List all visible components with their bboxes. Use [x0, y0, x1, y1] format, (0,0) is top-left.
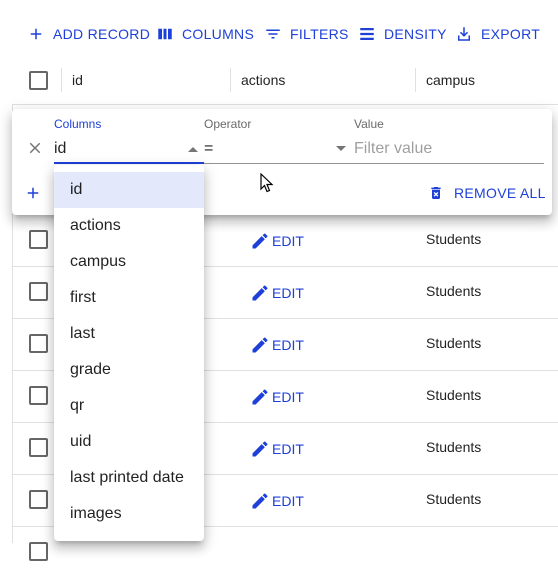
value-input[interactable]: Filter value [354, 140, 432, 158]
edit-label: EDIT [272, 389, 304, 405]
row-checkbox[interactable] [29, 542, 48, 561]
plus-icon [30, 28, 42, 40]
remove-all-button[interactable]: REMOVE ALL [428, 184, 546, 202]
close-icon[interactable] [26, 139, 44, 157]
pencil-icon [252, 233, 268, 249]
edit-button[interactable]: EDIT [250, 439, 304, 459]
add-record-button[interactable]: ADD RECORD [27, 22, 150, 46]
edit-label: EDIT [272, 493, 304, 509]
filters-label: FILTERS [290, 26, 349, 42]
row-checkbox[interactable] [29, 282, 48, 301]
edit-button[interactable]: EDIT [250, 387, 304, 407]
campus-cell: Students [426, 387, 482, 403]
edit-label: EDIT [272, 441, 304, 457]
columns-select[interactable]: id [54, 140, 66, 158]
edit-button[interactable]: EDIT [250, 335, 304, 355]
density-label: DENSITY [384, 26, 447, 42]
edit-label: EDIT [272, 285, 304, 301]
column-header-actions[interactable]: actions [241, 56, 285, 104]
column-separator[interactable] [415, 68, 416, 92]
dropdown-option-first[interactable]: first [54, 280, 204, 316]
delete-forever-icon [431, 187, 441, 199]
campus-cell: Students [426, 439, 482, 455]
row-checkbox[interactable] [29, 438, 48, 457]
export-label: EXPORT [481, 26, 541, 42]
pencil-icon [252, 337, 268, 353]
dropdown-option-images[interactable]: images [54, 496, 204, 532]
filters-button[interactable]: FILTERS [264, 22, 349, 46]
edit-label: EDIT [272, 337, 304, 353]
dropdown-option-grade[interactable]: grade [54, 352, 204, 388]
campus-cell: Students [426, 231, 482, 247]
dropdown-option-campus[interactable]: campus [54, 244, 204, 280]
dropdown-option-id[interactable]: id [54, 172, 204, 208]
columns-field-label: Columns [54, 117, 102, 131]
operator-field-label: Operator [204, 117, 252, 131]
dropdown-option-actions[interactable]: actions [54, 208, 204, 244]
export-button[interactable]: EXPORT [455, 22, 540, 46]
columns-label: COLUMNS [182, 26, 255, 42]
pencil-icon [252, 441, 268, 457]
value-underline [354, 163, 544, 164]
campus-cell: Students [426, 335, 482, 351]
operator-underline [204, 163, 354, 164]
operator-select[interactable]: = [204, 140, 213, 158]
column-separator[interactable] [230, 68, 231, 92]
value-field-label: Value [354, 117, 384, 131]
dropdown-option-last[interactable]: last [54, 316, 204, 352]
pencil-icon [252, 493, 268, 509]
columns-dropdown-menu: id actions campus first last grade qr ui… [54, 165, 204, 541]
columns-underline [54, 162, 204, 164]
dropdown-option-qr[interactable]: qr [54, 388, 204, 424]
edit-button[interactable]: EDIT [250, 283, 304, 303]
pencil-icon [252, 389, 268, 405]
caret-down-icon [336, 146, 346, 151]
plus-icon [27, 187, 39, 199]
density-button[interactable]: DENSITY [358, 22, 447, 46]
caret-up-icon [188, 147, 198, 152]
view-column-icon [158, 28, 172, 40]
row-checkbox[interactable] [29, 386, 48, 405]
remove-all-label: REMOVE ALL [454, 185, 546, 201]
edit-button[interactable]: EDIT [250, 491, 304, 511]
row-checkbox[interactable] [29, 490, 48, 509]
edit-label: EDIT [272, 233, 304, 249]
row-checkbox[interactable] [29, 230, 48, 249]
density-icon [360, 28, 374, 40]
columns-button[interactable]: COLUMNS [156, 22, 254, 46]
edit-button[interactable]: EDIT [250, 231, 304, 251]
dropdown-option-uid[interactable]: uid [54, 424, 204, 460]
column-separator[interactable] [61, 68, 62, 92]
add-record-label: ADD RECORD [53, 26, 151, 42]
filter-list-icon [266, 29, 280, 39]
column-header-id[interactable]: id [72, 56, 83, 104]
dropdown-option-last-printed-date[interactable]: last printed date [54, 460, 204, 496]
campus-cell: Students [426, 283, 482, 299]
row-checkbox[interactable] [29, 334, 48, 353]
grid-header: id actions campus [12, 56, 558, 105]
select-all-checkbox[interactable] [29, 71, 48, 90]
pencil-icon [252, 285, 268, 301]
campus-cell: Students [426, 491, 482, 507]
column-header-campus[interactable]: campus [426, 56, 475, 104]
mouse-cursor-icon [260, 173, 274, 193]
export-icon [458, 27, 470, 41]
